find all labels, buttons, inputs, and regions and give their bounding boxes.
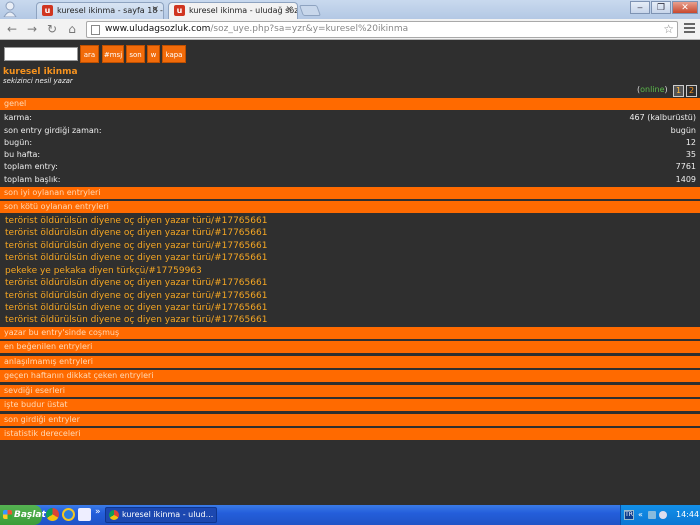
section-cosmus[interactable]: yazar bu entry'sinde coşmuş [0, 327, 700, 339]
browser-tab-inactive[interactable]: u kuresel ikinma - sayfa 18 - ul ✕ [36, 2, 164, 19]
site-favicon-icon: u [42, 5, 53, 16]
close-panel-button[interactable]: kapa [162, 45, 186, 63]
stat-row: karma: 467 (kalburüstü) [4, 113, 696, 122]
new-tab-button[interactable] [298, 5, 322, 16]
entry-link[interactable]: terörist öldürülsün diyene oç diyen yaza… [5, 227, 267, 239]
section-istatistik[interactable]: istatistik dereceleri [0, 428, 700, 440]
page-1-link[interactable]: 1 [673, 85, 684, 97]
section-anlasilmamis[interactable]: anlaşılmamış entryleri [0, 356, 700, 368]
online-indicator: (online) [637, 85, 668, 94]
tab-close-icon[interactable]: ✕ [151, 3, 159, 18]
page-2-link[interactable]: 2 [686, 85, 697, 97]
tab-title: kuresel ikinma - sayfa 18 - ul [57, 6, 164, 15]
stat-row: toplam başlık: 1409 [4, 175, 696, 184]
stat-row: bugün: 12 [4, 138, 696, 147]
clock[interactable]: 14:44 [676, 505, 699, 525]
start-button[interactable]: Başlat [0, 505, 46, 525]
entry-link[interactable]: terörist öldürülsün diyene oç diyen yaza… [5, 277, 267, 289]
browser-toolbar: ← → ↻ ⌂ www.uludagsozluk.com/soz_uye.php… [0, 19, 700, 40]
entry-link[interactable]: terörist öldürülsün diyene oç diyen yaza… [5, 290, 267, 302]
browser-tabstrip: u kuresel ikinma - sayfa 18 - ul ✕ u kur… [0, 0, 700, 19]
page-icon [91, 25, 100, 35]
section-budur[interactable]: işte budur üstat [0, 399, 700, 411]
chrome-icon [109, 510, 119, 520]
internet-explorer-icon[interactable] [62, 508, 75, 521]
maximize-button[interactable]: ❐ [651, 1, 671, 14]
section-begenilen[interactable]: en beğenilen entryleri [0, 341, 700, 353]
url-text: www.uludagsozluk.com/soz_uye.php?sa=yzr&… [105, 24, 409, 34]
network-icon[interactable] [648, 511, 656, 519]
windows-taskbar: Başlat » kuresel ikinma - ulud... TR « 1… [0, 505, 700, 525]
chrome-icon[interactable] [46, 508, 59, 521]
stat-row: son entry girdiği zaman: bugün [4, 126, 696, 135]
section-son-kotu[interactable]: son kötü oylanan entryleri [0, 201, 700, 213]
reload-icon[interactable]: ↻ [45, 22, 59, 36]
entry-link[interactable]: terörist öldürülsün diyene oç diyen yaza… [5, 314, 267, 326]
section-eserleri[interactable]: sevdiği eserleri [0, 385, 700, 397]
search-input[interactable] [4, 47, 78, 61]
user-name[interactable]: kuresel ikinma [3, 67, 78, 77]
browser-tab-active[interactable]: u kuresel ikinma - uludağ sözlü ✕ [168, 2, 298, 19]
tab-title: kuresel ikinma - uludağ sözlü [189, 6, 298, 15]
section-son-iyi[interactable]: son iyi oylanan entryleri [0, 187, 700, 199]
back-arrow-icon[interactable]: ← [5, 22, 19, 36]
search-button[interactable]: ara [80, 45, 99, 63]
system-tray: TR « 14:44 [620, 505, 700, 525]
profile-icon[interactable] [3, 1, 17, 17]
entry-link[interactable]: terörist öldürülsün diyene oç diyen yaza… [5, 215, 267, 227]
language-indicator[interactable]: TR [624, 510, 634, 520]
entry-link[interactable]: terörist öldürülsün diyene oç diyen yaza… [5, 240, 267, 252]
tab-close-icon[interactable]: ✕ [285, 3, 293, 18]
messages-button[interactable]: #msj [102, 45, 124, 63]
tray-expand-icon[interactable]: « [638, 505, 643, 525]
screen: u kuresel ikinma - sayfa 18 - ul ✕ u kur… [0, 0, 700, 525]
forward-arrow-icon[interactable]: → [25, 22, 39, 36]
quicklaunch-expand-icon[interactable]: » [95, 507, 101, 517]
stat-row: toplam entry: 7761 [4, 162, 696, 171]
section-dikkat[interactable]: geçen haftanın dikkat çeken entryleri [0, 370, 700, 382]
latest-button[interactable]: son [126, 45, 145, 63]
taskbar-window-button[interactable]: kuresel ikinma - ulud... [105, 507, 217, 523]
address-bar[interactable]: www.uludagsozluk.com/soz_uye.php?sa=yzr&… [86, 21, 678, 38]
entry-link[interactable]: pekeke ye pekaka diyen türkçü/#17759963 [5, 265, 202, 277]
section-genel[interactable]: genel [0, 98, 700, 110]
stat-row: bu hafta: 35 [4, 150, 696, 159]
volume-icon[interactable] [659, 511, 667, 519]
page-content: ara #msj son w kapa kuresel ikinma sekiz… [0, 41, 700, 505]
minimize-button[interactable]: ‒ [630, 1, 650, 14]
windows-flag-icon [3, 510, 12, 519]
home-icon[interactable]: ⌂ [65, 22, 79, 36]
entry-link[interactable]: terörist öldürülsün diyene oç diyen yaza… [5, 252, 267, 264]
bookmark-star-icon[interactable]: ☆ [663, 22, 674, 37]
w-button[interactable]: w [147, 45, 160, 63]
site-favicon-icon: u [174, 5, 185, 16]
entry-link[interactable]: terörist öldürülsün diyene oç diyen yaza… [5, 302, 267, 314]
close-window-button[interactable]: ✕ [672, 1, 698, 14]
show-desktop-icon[interactable] [78, 508, 91, 521]
user-rank: sekizinci nesil yazar [3, 77, 73, 85]
menu-icon[interactable] [684, 23, 695, 35]
section-son-girdigi[interactable]: son girdiği entryler [0, 414, 700, 426]
